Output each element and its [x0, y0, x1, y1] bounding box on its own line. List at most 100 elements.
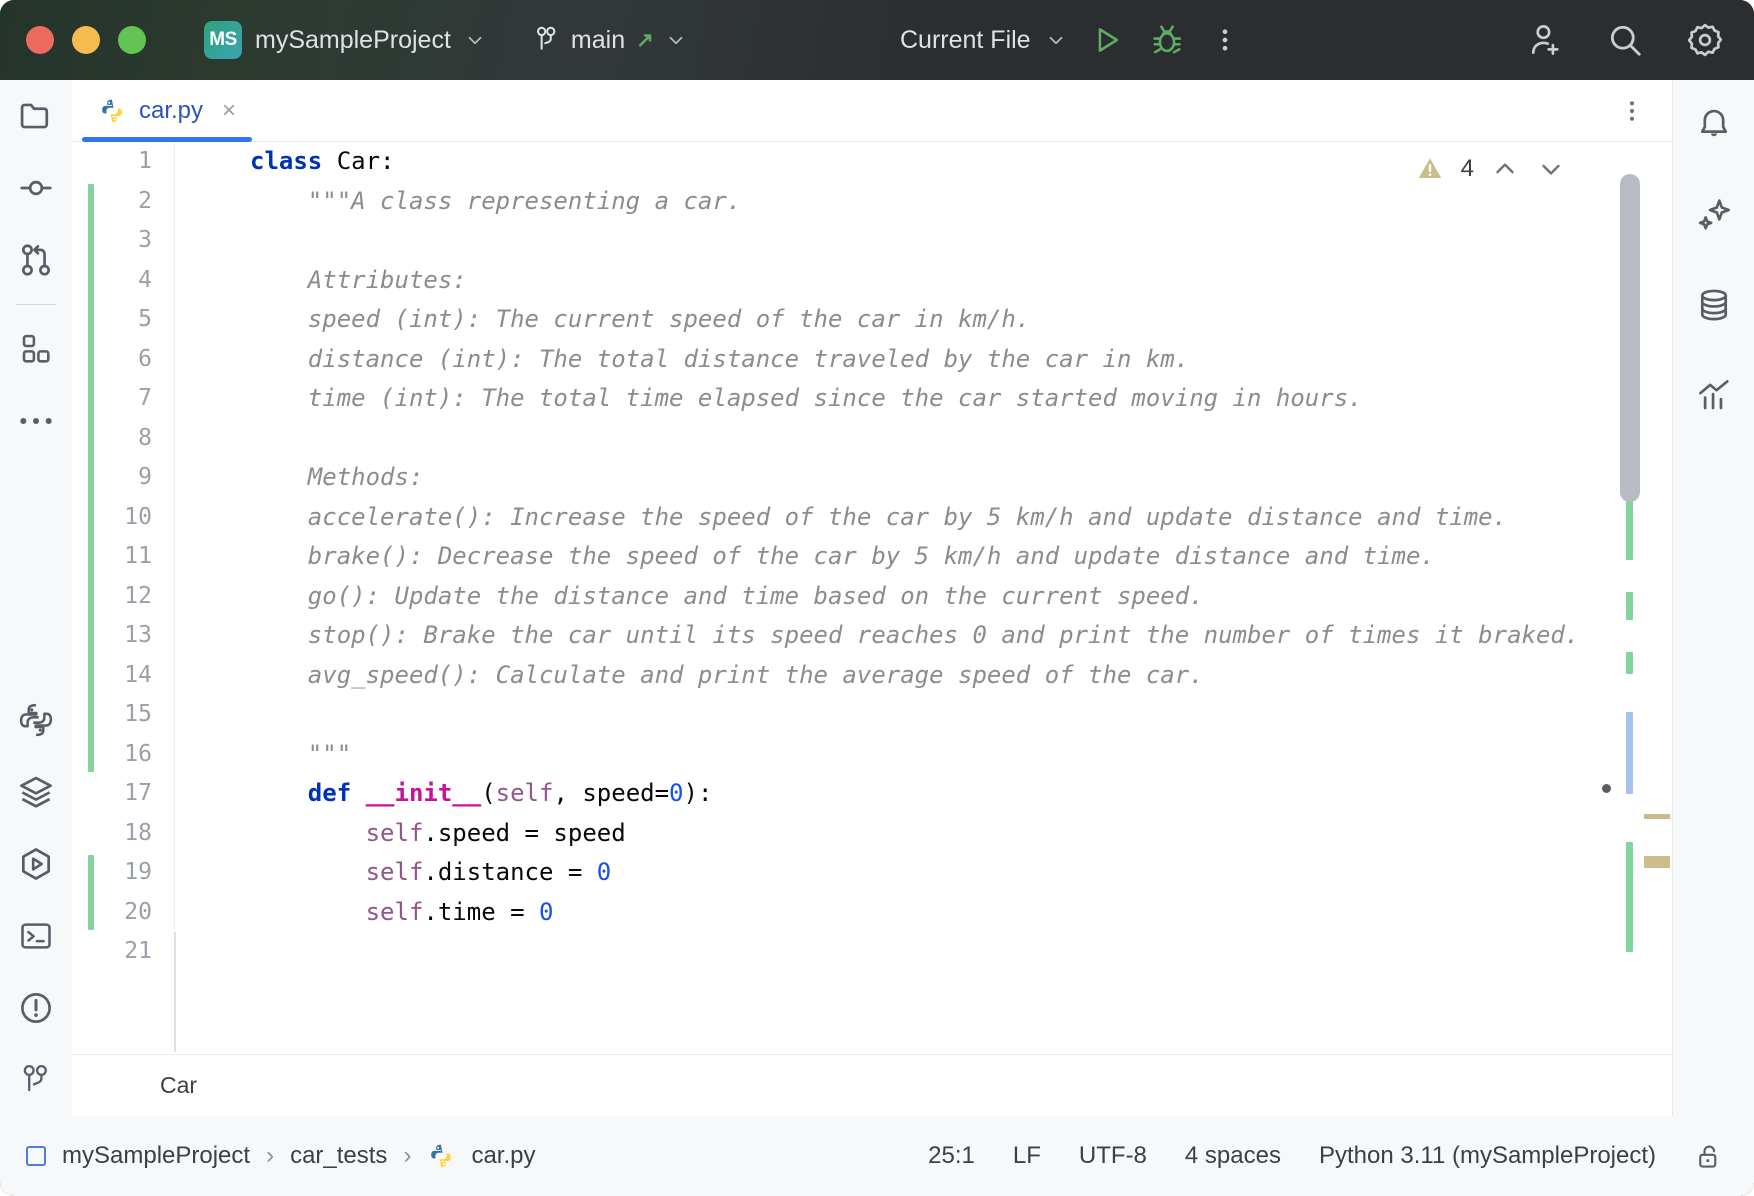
gutter-change-marker[interactable] [88, 183, 94, 772]
code-line[interactable] [180, 932, 1672, 972]
minimize-window-button[interactable] [72, 26, 100, 54]
code-line[interactable] [180, 695, 1672, 735]
warning-marker[interactable] [1644, 856, 1670, 868]
sidebar-item-profiler[interactable] [1673, 350, 1754, 440]
gutter-change-marker[interactable] [88, 855, 94, 930]
more-actions-button[interactable] [1210, 23, 1240, 57]
sidebar-item-ai-assistant[interactable] [1673, 170, 1754, 260]
python-file-icon [431, 1144, 452, 1168]
branch-name: main [570, 25, 626, 54]
editor-tab-bar: car.py × [72, 80, 1672, 142]
code-line[interactable]: time (int): The total time elapsed since… [180, 379, 1672, 419]
change-marker[interactable] [1626, 842, 1633, 952]
chevron-down-icon [1049, 36, 1062, 45]
chevron-up-icon[interactable] [1490, 154, 1520, 184]
fold-region-indicator[interactable] [174, 932, 176, 1052]
add-user-button[interactable] [1526, 21, 1564, 59]
caret-marker[interactable] [1626, 712, 1633, 794]
sidebar-item-notifications[interactable] [1673, 80, 1754, 170]
run-configuration-selector[interactable]: Current File [900, 26, 1067, 55]
code-line[interactable]: self.distance = 0 [180, 853, 1672, 893]
project-selector[interactable]: MS mySampleProject [204, 21, 486, 59]
code-line[interactable]: accelerate(): Increase the speed of the … [180, 498, 1672, 538]
sidebar-item-problems[interactable] [0, 972, 72, 1044]
run-button[interactable] [1090, 23, 1124, 57]
fold-rail [174, 142, 175, 1052]
sidebar-item-run[interactable] [0, 828, 72, 900]
run-hex-icon [21, 848, 51, 880]
chevron-down-icon[interactable] [1536, 154, 1566, 184]
code-content[interactable]: class Car: """A class representing a car… [180, 142, 1672, 1052]
warning-marker[interactable] [1644, 814, 1670, 819]
code-line[interactable]: avg_speed(): Calculate and print the ave… [180, 656, 1672, 696]
breadcrumb-item-folder[interactable]: car_tests [290, 1142, 387, 1170]
code-editor[interactable]: 4 1 2 3 4 5 6 7 8 9 10 11 12 13 14 15 16 17 18 19 20 21 clas… [72, 142, 1672, 1052]
close-tab-icon[interactable]: × [222, 98, 236, 123]
right-tool-rail [1672, 80, 1754, 1116]
code-line[interactable] [180, 419, 1672, 459]
database-icon [1700, 289, 1727, 321]
indent-setting[interactable]: 4 spaces [1185, 1142, 1281, 1170]
run-configuration-label: Current File [900, 25, 1031, 54]
left-tool-rail [0, 80, 72, 1116]
editor-tab-options-button[interactable] [1618, 80, 1646, 142]
more-vertical-icon [1222, 29, 1228, 51]
marker-bar[interactable] [1602, 142, 1644, 1052]
sidebar-item-packages[interactable] [0, 756, 72, 828]
sidebar-item-project[interactable] [0, 80, 72, 152]
debug-button[interactable] [1150, 23, 1184, 57]
window-traffic-lights [26, 26, 146, 54]
code-line[interactable]: self.time = 0 [180, 893, 1672, 933]
line-number-gutter[interactable]: 1 2 3 4 5 6 7 8 9 10 11 12 13 14 15 16 17 18 19 20 21 [72, 142, 174, 1052]
maximize-window-button[interactable] [118, 26, 146, 54]
code-line[interactable]: def __init__(self, speed=0): [180, 774, 1672, 814]
project-square-icon [26, 1146, 46, 1166]
chevron-down-icon [669, 36, 683, 45]
sidebar-item-python-console[interactable] [0, 684, 72, 756]
sidebar-item-version-control[interactable] [0, 1044, 72, 1116]
code-line[interactable] [180, 221, 1672, 261]
editor-area: car.py × 4 123456 7 8 9 10 11 12 13 14 1… [72, 80, 1672, 1116]
caret-position[interactable]: 25:1 [928, 1142, 975, 1170]
sparkle-icon [1698, 199, 1730, 230]
code-line[interactable]: speed (int): The current speed of the ca… [180, 300, 1672, 340]
folder-icon [20, 103, 49, 129]
bookmark-dot[interactable] [1602, 784, 1611, 793]
sidebar-item-terminal[interactable] [0, 900, 72, 972]
sidebar-item-pull-requests[interactable] [0, 224, 72, 296]
code-line[interactable]: """ [180, 735, 1672, 775]
change-marker[interactable] [1626, 652, 1633, 674]
code-line[interactable]: Methods: [180, 458, 1672, 498]
terminal-icon [21, 923, 51, 949]
search-button[interactable] [1606, 21, 1644, 59]
sidebar-item-more-tool-windows[interactable] [0, 385, 72, 457]
code-line[interactable]: go(): Update the distance and time based… [180, 577, 1672, 617]
close-window-button[interactable] [26, 26, 54, 54]
code-line[interactable]: self.speed = speed [180, 814, 1672, 854]
breadcrumb-item-project[interactable]: mySampleProject [62, 1142, 250, 1170]
warning-triangle-icon[interactable] [1415, 154, 1445, 184]
settings-button[interactable] [1686, 21, 1724, 59]
unlocked-padlock-icon[interactable] [1694, 1141, 1724, 1171]
code-line[interactable]: distance (int): The total distance trave… [180, 340, 1672, 380]
line-number: 18 [124, 819, 152, 846]
sidebar-item-commit[interactable] [0, 152, 72, 224]
code-line[interactable]: stop(): Brake the car until its speed re… [180, 616, 1672, 656]
line-separator[interactable]: LF [1013, 1142, 1041, 1170]
sticky-breadcrumb: Car [72, 1054, 1672, 1116]
change-marker[interactable] [1626, 592, 1633, 620]
code-line[interactable]: """A class representing a car. [180, 182, 1672, 222]
vcs-branch-icon [23, 1065, 47, 1092]
file-encoding[interactable]: UTF-8 [1079, 1142, 1147, 1170]
python-interpreter[interactable]: Python 3.11 (mySampleProject) [1319, 1142, 1656, 1170]
breadcrumb-item-file[interactable]: car.py [471, 1142, 535, 1170]
sidebar-item-database[interactable] [1673, 260, 1754, 350]
code-line[interactable]: Attributes: [180, 261, 1672, 301]
code-line[interactable]: brake(): Decrease the speed of the car b… [180, 537, 1672, 577]
chart-up-icon [1698, 380, 1729, 410]
editor-tab-car-py[interactable]: car.py × [72, 80, 262, 142]
sidebar-item-plugins[interactable] [0, 313, 72, 385]
branch-selector[interactable]: main ↗ [534, 25, 687, 55]
editor-scrollbar-thumb[interactable] [1620, 174, 1640, 502]
ellipsis-icon [20, 417, 52, 425]
